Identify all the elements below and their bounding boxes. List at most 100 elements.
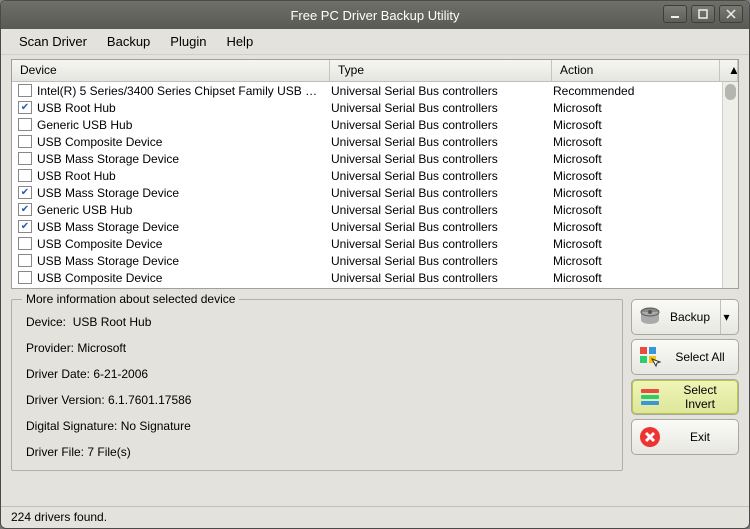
cell-type: Universal Serial Bus controllers (331, 288, 553, 289)
cell-type: Universal Serial Bus controllers (331, 271, 553, 285)
table-row[interactable]: USB Mass Storage DeviceUniversal Serial … (12, 184, 738, 201)
cell-type: Universal Serial Bus controllers (331, 237, 553, 251)
cell-type: Universal Serial Bus controllers (331, 169, 553, 183)
backup-dropdown[interactable]: ▾ (720, 300, 732, 334)
list-header: Device Type Action ▲ (12, 60, 738, 82)
app-window: { "title": "Free PC Driver Backup Utilit… (0, 0, 750, 529)
cell-device: USB Mass Storage Device (37, 186, 331, 200)
select-all-label: Select All (668, 350, 732, 364)
cell-type: Universal Serial Bus controllers (331, 203, 553, 217)
row-checkbox[interactable] (18, 271, 32, 284)
info-file: Driver File: 7 File(s) (26, 445, 608, 459)
table-row[interactable]: USB Root HubUniversal Serial Bus control… (12, 167, 738, 184)
info-signature: Digital Signature: No Signature (26, 419, 608, 433)
row-checkbox[interactable] (18, 220, 32, 233)
exit-label: Exit (668, 430, 732, 444)
cell-action: Microsoft (553, 152, 738, 166)
cell-action: Microsoft (553, 237, 738, 251)
cell-device: Generic USB Hub (37, 203, 331, 217)
menu-backup[interactable]: Backup (97, 31, 160, 52)
info-version: Driver Version: 6.1.7601.17586 (26, 393, 608, 407)
cell-device: USB Mass Storage Device (37, 254, 331, 268)
cell-action: Microsoft (553, 220, 738, 234)
list-body: Intel(R) 5 Series/3400 Series Chipset Fa… (12, 82, 738, 288)
window-title: Free PC Driver Backup Utility (290, 8, 459, 23)
minimize-button[interactable] (663, 5, 687, 23)
table-row[interactable]: USB Printing SupportUniversal Serial Bus… (12, 286, 738, 288)
row-checkbox[interactable] (18, 84, 32, 97)
row-checkbox[interactable] (18, 169, 32, 182)
device-info-legend: More information about selected device (22, 292, 239, 306)
cell-device: USB Composite Device (37, 237, 331, 251)
info-provider: Provider: Microsoft (26, 341, 608, 355)
row-checkbox[interactable] (18, 203, 32, 216)
cell-action: Microsoft (553, 271, 738, 285)
status-bar: 224 drivers found. (1, 506, 749, 528)
titlebar: Free PC Driver Backup Utility (1, 1, 749, 29)
window-controls (663, 5, 743, 23)
row-checkbox[interactable] (18, 135, 32, 148)
select-invert-button[interactable]: Select Invert (631, 379, 739, 415)
table-row[interactable]: Intel(R) 5 Series/3400 Series Chipset Fa… (12, 82, 738, 99)
scrollbar-thumb[interactable] (725, 84, 736, 100)
column-header-spacer: ▲ (720, 60, 738, 81)
column-header-type[interactable]: Type (330, 60, 552, 81)
cell-device: Generic USB Hub (37, 118, 331, 132)
lower-panel: More information about selected device D… (11, 299, 739, 471)
row-checkbox[interactable] (18, 186, 32, 199)
cell-action: Microsoft (553, 203, 738, 217)
table-row[interactable]: USB Composite DeviceUniversal Serial Bus… (12, 269, 738, 286)
row-checkbox[interactable] (18, 152, 32, 165)
row-checkbox[interactable] (18, 237, 32, 250)
cell-action: Microsoft (553, 186, 738, 200)
button-column: Backup ▾ Select All Select Invert Exit (631, 299, 739, 471)
backup-button[interactable]: Backup ▾ (631, 299, 739, 335)
info-date: Driver Date: 6-21-2006 (26, 367, 608, 381)
table-row[interactable]: USB Mass Storage DeviceUniversal Serial … (12, 150, 738, 167)
cell-device: USB Mass Storage Device (37, 152, 331, 166)
scrollbar[interactable] (722, 82, 738, 288)
table-row[interactable]: USB Composite DeviceUniversal Serial Bus… (12, 133, 738, 150)
menu-help[interactable]: Help (216, 31, 263, 52)
cell-action: Microsoft (553, 118, 738, 132)
table-row[interactable]: Generic USB HubUniversal Serial Bus cont… (12, 116, 738, 133)
maximize-button[interactable] (691, 5, 715, 23)
menu-plugin[interactable]: Plugin (160, 31, 216, 52)
cell-action: Microsoft (553, 254, 738, 268)
cell-type: Universal Serial Bus controllers (331, 135, 553, 149)
column-header-device[interactable]: Device (12, 60, 330, 81)
cell-action: Microsoft (553, 288, 738, 289)
cell-device: Intel(R) 5 Series/3400 Series Chipset Fa… (37, 84, 331, 98)
close-button[interactable] (719, 5, 743, 23)
cell-type: Universal Serial Bus controllers (331, 101, 553, 115)
cell-action: Microsoft (553, 169, 738, 183)
content-area: Device Type Action ▲ Intel(R) 5 Series/3… (1, 55, 749, 506)
backup-button-label: Backup (668, 310, 712, 324)
table-row[interactable]: USB Mass Storage DeviceUniversal Serial … (12, 252, 738, 269)
cell-action: Microsoft (553, 135, 738, 149)
row-checkbox[interactable] (18, 101, 32, 114)
table-row[interactable]: USB Composite DeviceUniversal Serial Bus… (12, 235, 738, 252)
cell-type: Universal Serial Bus controllers (331, 118, 553, 132)
menubar: Scan Driver Backup Plugin Help (1, 29, 749, 55)
cell-device: USB Mass Storage Device (37, 220, 331, 234)
device-info-group: More information about selected device D… (11, 299, 623, 471)
cell-type: Universal Serial Bus controllers (331, 152, 553, 166)
cell-type: Universal Serial Bus controllers (331, 84, 553, 98)
cell-device: USB Printing Support (37, 288, 331, 289)
row-checkbox[interactable] (18, 254, 32, 267)
menu-scan-driver[interactable]: Scan Driver (9, 31, 97, 52)
column-header-action[interactable]: Action (552, 60, 720, 81)
select-all-button[interactable]: Select All (631, 339, 739, 375)
grid-cursor-icon (638, 345, 662, 369)
disk-icon (638, 305, 662, 329)
cell-device: USB Root Hub (37, 101, 331, 115)
cell-type: Universal Serial Bus controllers (331, 186, 553, 200)
table-row[interactable]: USB Mass Storage DeviceUniversal Serial … (12, 218, 738, 235)
row-checkbox[interactable] (18, 118, 32, 131)
table-row[interactable]: USB Root HubUniversal Serial Bus control… (12, 99, 738, 116)
exit-button[interactable]: Exit (631, 419, 739, 455)
table-row[interactable]: Generic USB HubUniversal Serial Bus cont… (12, 201, 738, 218)
cell-action: Recommended (553, 84, 738, 98)
stack-icon (638, 385, 662, 409)
